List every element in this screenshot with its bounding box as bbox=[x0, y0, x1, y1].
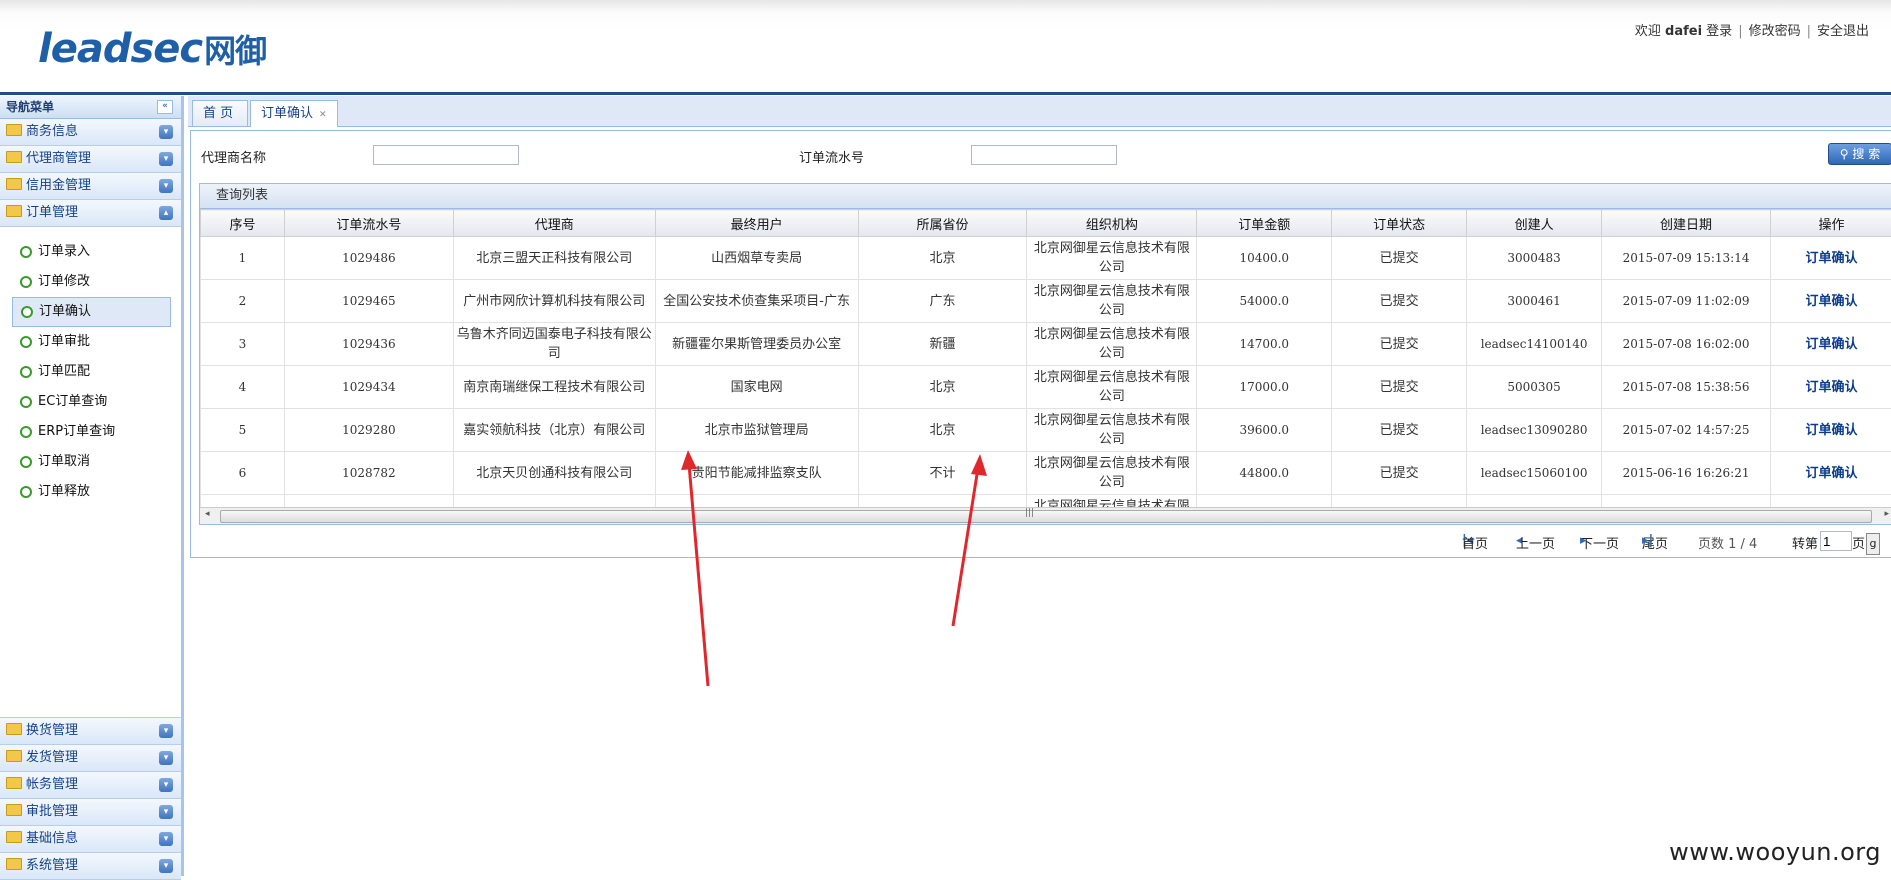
red-arrow-2 bbox=[953, 454, 987, 626]
watermark: www.wooyun.org bbox=[1669, 838, 1881, 866]
red-arrow-1 bbox=[681, 450, 708, 686]
annotation-arrows bbox=[0, 0, 1891, 876]
